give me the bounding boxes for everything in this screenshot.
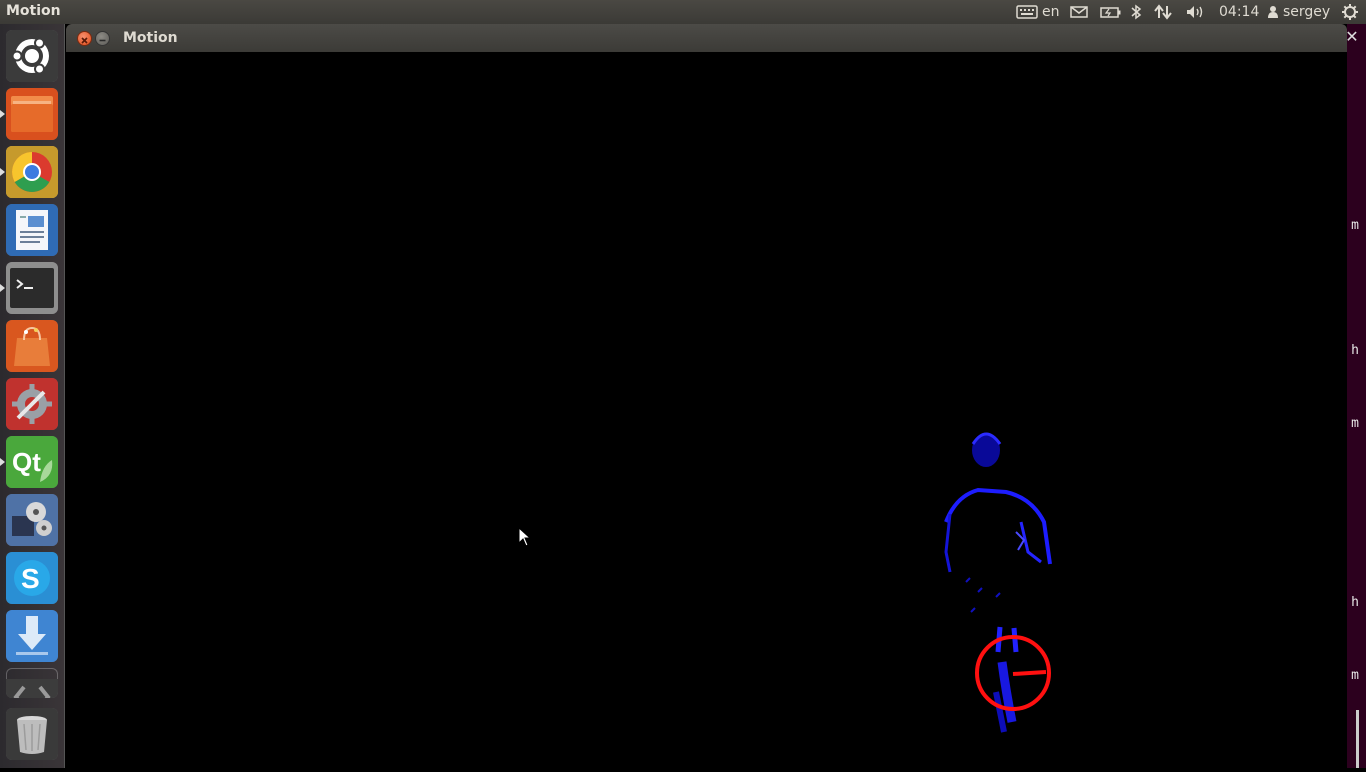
launcher-skype[interactable]: S (6, 552, 58, 604)
mail-indicator[interactable] (1070, 0, 1088, 24)
mouse-pointer-icon (518, 527, 532, 547)
code-brackets-icon (6, 679, 58, 698)
skype-icon: S (6, 552, 58, 604)
strip-letter: h (1351, 595, 1359, 610)
keyboard-layout-label: en (1042, 4, 1060, 20)
strip-letter: h (1351, 343, 1359, 358)
download-arrow-icon (6, 610, 58, 662)
launcher-system-settings[interactable] (6, 378, 58, 430)
close-icon (81, 37, 88, 44)
speaker-icon (1187, 6, 1203, 18)
session-menu[interactable] (1341, 0, 1359, 24)
launcher-trash[interactable] (6, 708, 58, 760)
document-icon (6, 204, 58, 256)
launcher-code-editor[interactable] (6, 668, 58, 698)
chrome-icon (6, 146, 58, 198)
user-icon (1268, 6, 1278, 18)
app-name: Motion (6, 3, 61, 19)
launcher: Qt S (0, 24, 65, 768)
launcher-writer[interactable] (6, 204, 58, 256)
launcher-chrome[interactable] (6, 146, 58, 198)
envelope-icon (1070, 6, 1088, 18)
settings-icon (6, 378, 58, 430)
folder-icon (6, 88, 58, 140)
launcher-terminal[interactable] (6, 262, 58, 314)
scrollbar-thumb[interactable] (1356, 710, 1359, 768)
keyboard-icon (1016, 5, 1038, 19)
tracking-marker (975, 635, 1051, 711)
battery-icon (1100, 7, 1121, 18)
svg-text:Qt: Qt (12, 447, 41, 477)
minimize-button[interactable] (95, 31, 110, 46)
window-title: Motion (123, 30, 178, 46)
svg-text:S: S (21, 563, 40, 594)
film-reel-icon (6, 494, 58, 546)
strip-letter: m (1351, 668, 1359, 683)
network-indicator[interactable] (1154, 0, 1172, 24)
user-name: sergey (1283, 4, 1331, 20)
top-panel: Motion en 04:14 sergey (0, 0, 1366, 24)
power-gear-icon (1342, 4, 1358, 20)
bluetooth-icon (1131, 4, 1142, 20)
clock[interactable]: 04:14 (1219, 0, 1259, 24)
background-close-icon[interactable]: ✕ (1344, 28, 1360, 46)
running-indicator (0, 458, 5, 466)
running-indicator (0, 284, 5, 292)
window-titlebar[interactable]: Motion (66, 24, 1347, 52)
running-indicator (0, 168, 5, 176)
motion-window: Motion (66, 24, 1347, 768)
volume-indicator[interactable] (1185, 0, 1207, 24)
ubuntu-logo-icon (6, 30, 58, 82)
battery-indicator[interactable] (1100, 0, 1122, 24)
person-silhouette (944, 432, 1052, 733)
qt-icon: Qt (6, 436, 58, 488)
shopping-bag-icon (6, 320, 58, 372)
clock-label: 04:14 (1219, 4, 1260, 20)
launcher-files[interactable] (6, 88, 58, 140)
background-window-strip (1347, 24, 1366, 768)
terminal-icon (6, 262, 58, 314)
strip-letter: m (1351, 416, 1359, 431)
user-menu[interactable]: sergey (1267, 0, 1330, 24)
launcher-qt-creator[interactable]: Qt (6, 436, 58, 488)
keyboard-indicator[interactable]: en (1016, 0, 1060, 24)
minimize-icon (99, 39, 106, 42)
launcher-downloader[interactable] (6, 610, 58, 662)
depth-view-canvas[interactable] (66, 52, 1347, 768)
launcher-media-player[interactable] (6, 494, 58, 546)
close-button[interactable] (77, 31, 92, 46)
strip-letter: m (1351, 218, 1359, 233)
network-updown-icon (1154, 4, 1172, 20)
depth-render (944, 432, 1052, 733)
running-indicator (0, 110, 5, 118)
launcher-dash-home[interactable] (6, 30, 58, 82)
trash-icon (6, 708, 58, 760)
bluetooth-indicator[interactable] (1130, 0, 1142, 24)
launcher-software-center[interactable] (6, 320, 58, 372)
